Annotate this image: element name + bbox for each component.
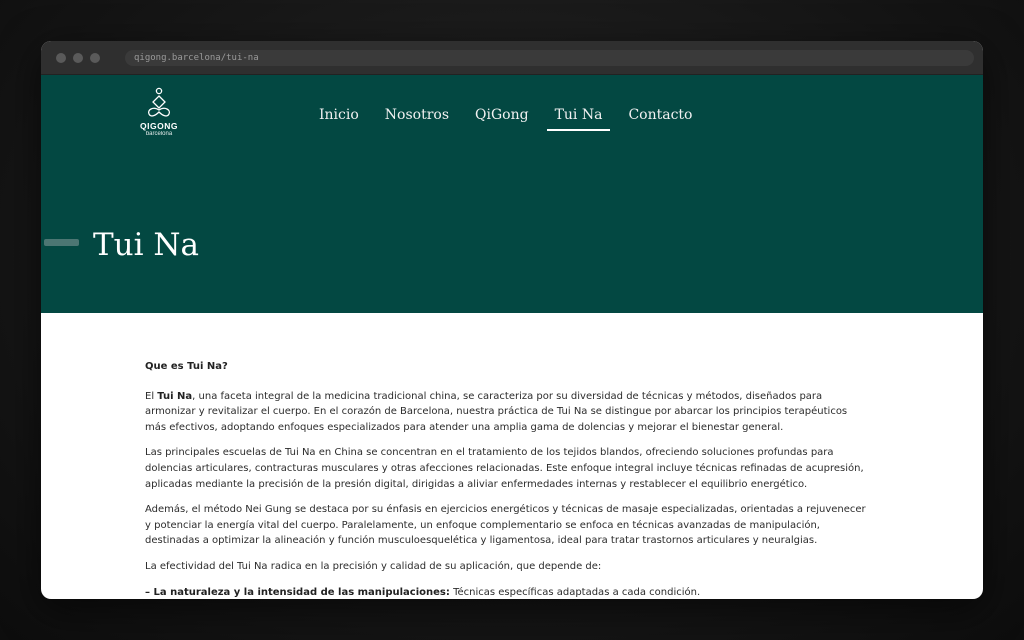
nav-qigong[interactable]: QiGong (467, 107, 537, 131)
nav-nosotros[interactable]: Nosotros (377, 107, 457, 131)
meditation-figure-icon (147, 87, 171, 117)
nav-inicio[interactable]: Inicio (311, 107, 367, 131)
window-close-dot[interactable] (56, 52, 66, 63)
paragraph-schools: Las principales escuelas de Tui Na en Ch… (145, 447, 864, 490)
main-content: Que es Tui Na? El Tui Na, una faceta int… (41, 313, 871, 599)
window-maximize-dot[interactable] (90, 52, 100, 63)
intro-text-start: El (145, 390, 158, 402)
page-title: Tui Na (93, 227, 200, 263)
browser-toolbar: qigong.barcelona/tui-na (41, 41, 983, 75)
nav-contacto[interactable]: Contacto (620, 107, 700, 131)
list-item-text: Técnicas específicas adaptadas a cada co… (449, 586, 701, 598)
address-bar-url: qigong.barcelona/tui-na (134, 52, 259, 63)
hero-section: QIGONG barcelona Inicio Nosotros QiGong … (41, 75, 983, 313)
list-item-strong: – La naturaleza y la intensidad de las m… (145, 586, 450, 598)
nav-tui-na[interactable]: Tui Na (546, 107, 611, 131)
list-item-manipulations: – La naturaleza y la intensidad de las m… (145, 585, 871, 599)
paragraph-effectiveness: La efectividad del Tui Na radica en la p… (145, 560, 602, 572)
title-accent-bar (44, 239, 79, 246)
paragraph-intro: El Tui Na, una faceta integral de la med… (145, 389, 871, 436)
browser-window: qigong.barcelona/tui-na QIGONG barcelona… (41, 41, 983, 599)
site-logo[interactable]: QIGONG barcelona (137, 87, 181, 138)
main-nav: Inicio Nosotros QiGong Tui Na Contacto (311, 107, 710, 131)
logo-name: QIGONG (140, 121, 178, 131)
paragraph-nei-gung: Además, el método Nei Gung se destaca po… (145, 504, 866, 547)
intro-strong: Tui Na (157, 390, 193, 402)
intro-text-rest: , una faceta integral de la medicina tra… (145, 390, 848, 433)
section-heading: Que es Tui Na? (145, 361, 228, 372)
window-minimize-dot[interactable] (73, 52, 83, 63)
address-bar[interactable]: qigong.barcelona/tui-na (125, 49, 974, 66)
logo-subtitle: barcelona (145, 131, 173, 137)
